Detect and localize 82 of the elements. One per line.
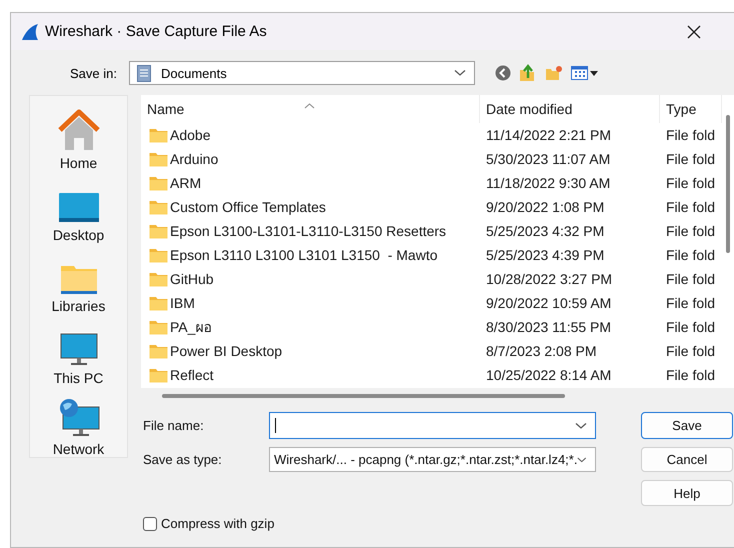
file-type: File fold [665,271,716,287]
file-type: File fold [665,199,716,215]
new-folder-icon[interactable] [545,65,563,81]
save-in-dropdown[interactable]: Documents [129,61,475,85]
file-type: File fold [665,127,716,143]
folder-icon [149,176,168,190]
folder-icon [149,344,168,358]
date-modified: 10/28/2022 3:27 PM [485,271,614,287]
date-modified: 10/25/2022 8:14 AM [485,367,612,383]
home-icon [56,108,100,152]
dropdown-chevron-icon[interactable] [577,456,587,464]
file-type: File fold [665,367,716,383]
date-modified: 5/25/2023 4:39 PM [485,247,606,263]
date-modified: 9/20/2022 1:08 PM [485,199,606,215]
date-modified: 5/25/2023 4:32 PM [485,223,606,239]
folder-name[interactable]: Epson L3110 L3100 L3101 L3150 - Mawto [170,247,438,263]
date-modified: 8/30/2023 11:55 PM [485,319,612,335]
column-header[interactable]: Name [141,95,480,123]
save-button[interactable]: Save [641,412,733,439]
folder-name[interactable]: Custom Office Templates [170,199,326,215]
network-monitor-icon [58,398,100,438]
view-menu-icon[interactable] [571,66,599,80]
date-modified: 11/18/2022 9:30 AM [485,175,612,191]
save-as-type-label: Save as type: [142,451,223,469]
folder-name[interactable]: Power BI Desktop [170,343,282,359]
folder-name[interactable]: Adobe [170,127,210,143]
folder-icon [149,272,168,286]
file-type: File fold [665,319,716,335]
column-header[interactable]: Date modified [480,95,660,123]
folder-icon [60,263,98,296]
save-as-type-dropdown[interactable]: Wireshark/... - pcapng (*.ntar.gz;*.ntar.zst;*.ntar.lz4;*. [269,447,596,472]
file-type: File fold [665,223,716,239]
folder-icon [149,152,168,166]
place-item[interactable]: Network [32,386,126,458]
folder-icon [149,200,168,214]
folder-name[interactable]: IBM [170,295,195,311]
place-item[interactable]: This PC [32,314,126,386]
folder-name[interactable]: PA_ผอ [170,316,212,338]
scrollbar-thumb[interactable] [162,394,565,398]
date-modified: 9/20/2022 10:59 AM [485,295,612,311]
folder-icon [149,368,168,382]
file-type: File fold [665,247,716,263]
save-in-label: Save in: [69,66,118,80]
folder-name[interactable]: Reflect [170,367,214,383]
scrollbar-thumb[interactable] [726,115,730,253]
place-item[interactable]: Desktop [32,171,126,243]
up-folder-icon[interactable] [519,64,537,82]
folder-icon [149,248,168,262]
checkbox[interactable] [143,516,157,530]
back-icon[interactable] [495,65,511,81]
sort-caret-icon [304,103,315,109]
date-modified: 11/14/2022 2:21 PM [485,127,612,143]
folder-icon [149,224,168,238]
file-name-field[interactable] [269,412,596,439]
document-icon [137,64,151,82]
folder-icon [149,128,168,142]
place-item[interactable]: Libraries [32,242,126,314]
file-name-label: File name: [142,417,205,435]
desktop-icon [58,192,100,224]
column-header[interactable]: Type [660,95,722,123]
cancel-button[interactable]: Cancel [641,447,733,472]
folder-icon [149,296,168,310]
folder-name[interactable]: Epson L3100-L3101-L3110-L3150 Resetters [170,223,446,239]
place-item[interactable]: Home [32,100,126,172]
file-type: File fold [665,343,716,359]
dropdown-chevron-icon[interactable] [575,422,587,430]
close-icon[interactable] [687,24,701,38]
monitor-icon [60,332,98,367]
file-type: File fold [665,151,716,167]
checkbox-label[interactable]: Compress with gzip [161,516,274,531]
date-modified: 5/30/2023 11:07 AM [485,151,612,167]
date-modified: 8/7/2023 2:08 PM [485,343,598,359]
window-title: Wireshark · Save Capture File As [45,23,267,40]
file-type: File fold [665,295,716,311]
shark-fin-icon [21,22,39,40]
folder-name[interactable]: Arduino [170,151,218,167]
folder-name[interactable]: ARM [170,175,202,191]
dropdown-chevron-icon[interactable] [454,69,466,77]
folder-name[interactable]: GitHub [170,271,214,287]
help-button[interactable]: Help [641,480,733,506]
folder-icon [149,320,168,334]
file-type: File fold [665,175,716,191]
